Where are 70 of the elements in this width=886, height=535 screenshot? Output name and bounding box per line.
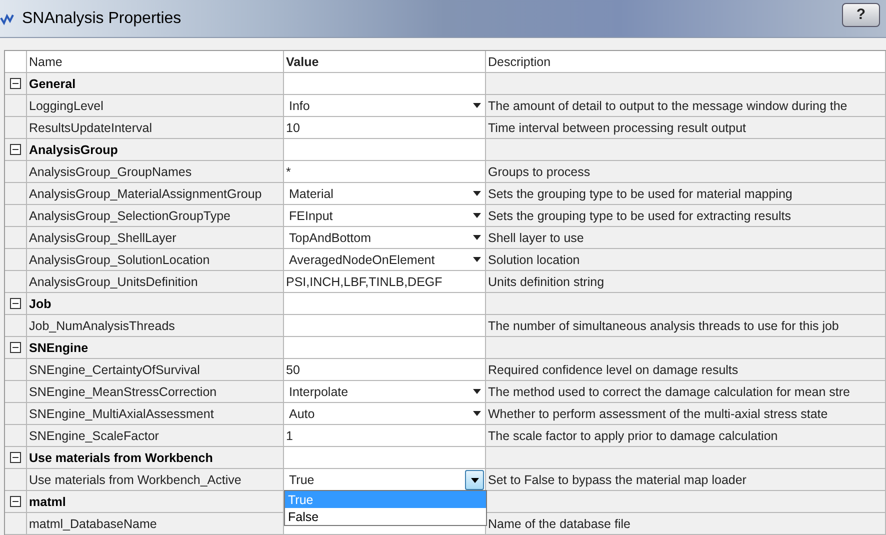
property-description: The method used to correct the damage calculation for mean stre — [488, 384, 850, 398]
property-description: Name of the database file — [488, 516, 630, 530]
collapse-icon[interactable] — [10, 342, 21, 353]
property-description: Required confidence level on damage results — [488, 362, 738, 376]
property-description: Sets the grouping type to be used for material mapping — [488, 186, 792, 200]
property-name: AnalysisGroup_MaterialAssignmentGroup — [29, 186, 262, 200]
property-description: The number of simultaneous analysis threads to use for this job — [488, 318, 839, 332]
property-description: Set to False to bypass the material map loader — [488, 472, 746, 486]
caret-icon — [473, 389, 481, 394]
column-header: Name — [29, 54, 62, 68]
property-description: Whether to perform assessment of the multi-axial stress state — [488, 406, 828, 420]
category-label: AnalysisGroup — [29, 142, 118, 156]
property-name: SNEngine_MeanStressCorrection — [29, 384, 217, 398]
property-name: SNEngine_CertaintyOfSurvival — [29, 362, 200, 376]
caret-icon — [470, 478, 478, 482]
value-dropdown[interactable]: Info — [284, 95, 486, 116]
value-dropdown[interactable]: FEInput — [284, 205, 486, 226]
value-dropdown[interactable]: AveragedNodeOnElement — [284, 249, 486, 270]
property-description: The amount of detail to output to the message window during the — [488, 98, 848, 112]
property-name: AnalysisGroup_SolutionLocation — [29, 252, 210, 266]
property-description: The scale factor to apply prior to damage calculation — [488, 428, 778, 442]
caret-icon — [473, 235, 481, 240]
dropdown-button[interactable] — [465, 470, 484, 490]
caret-icon — [473, 191, 481, 196]
value-field[interactable]: 50 — [284, 359, 486, 380]
property-description: Groups to process — [488, 164, 590, 178]
window-title: SNAnalysis Properties — [22, 10, 182, 28]
property-name: LoggingLevel — [29, 98, 104, 112]
collapse-icon[interactable] — [10, 452, 21, 463]
property-description: Shell layer to use — [488, 230, 584, 244]
collapse-icon[interactable] — [10, 496, 21, 507]
value-dropdown[interactable]: TopAndBottom — [284, 227, 486, 248]
collapse-icon[interactable] — [10, 298, 21, 309]
property-description: Time interval between processing result output — [488, 120, 746, 134]
property-name: AnalysisGroup_ShellLayer — [29, 230, 176, 244]
category-label: Job — [29, 296, 52, 310]
caret-icon — [473, 257, 481, 262]
property-description: Sets the grouping type to be used for extracting results — [488, 208, 791, 222]
app-icon — [0, 12, 14, 26]
property-name: SNEngine_ScaleFactor — [29, 428, 159, 442]
property-name: Use materials from Workbench_Active — [29, 472, 242, 486]
category-label: Use materials from Workbench — [29, 450, 213, 464]
caret-icon — [473, 103, 481, 108]
value-field[interactable] — [284, 315, 486, 336]
column-header: Value — [286, 54, 319, 68]
property-name: ResultsUpdateInterval — [29, 120, 152, 134]
property-description: Units definition string — [488, 274, 604, 288]
caret-icon — [473, 411, 481, 416]
caret-icon — [473, 213, 481, 218]
property-name: AnalysisGroup_SelectionGroupType — [29, 208, 231, 222]
property-name: matml_DatabaseName — [29, 516, 157, 530]
collapse-icon[interactable] — [10, 144, 21, 155]
collapse-icon[interactable] — [10, 78, 21, 89]
property-description: Solution location — [488, 252, 580, 266]
value-field[interactable]: 10 — [284, 117, 486, 138]
column-header: Description — [488, 54, 551, 68]
category-label: matml — [29, 494, 66, 508]
category-label: General — [29, 76, 76, 90]
property-name: AnalysisGroup_UnitsDefinition — [29, 274, 198, 288]
value-dropdown[interactable]: Material — [284, 183, 486, 204]
property-name: Job_NumAnalysisThreads — [29, 318, 175, 332]
value-field[interactable]: 1 — [284, 425, 486, 446]
category-label: SNEngine — [29, 340, 88, 354]
value-dropdown[interactable]: Interpolate — [284, 381, 486, 402]
value-field[interactable]: * — [284, 161, 486, 182]
property-name: SNEngine_MultiAxialAssessment — [29, 406, 214, 420]
help-button[interactable]: ? — [842, 2, 880, 26]
value-dropdown[interactable]: Auto — [284, 403, 486, 424]
value-field[interactable]: PSI,INCH,LBF,TINLB,DEGF — [284, 271, 486, 292]
property-name: AnalysisGroup_GroupNames — [29, 164, 192, 178]
